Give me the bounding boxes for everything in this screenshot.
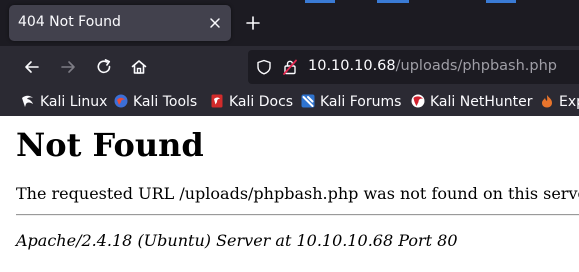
page-title: Not Found	[16, 126, 204, 164]
shield-icon[interactable]	[256, 59, 272, 75]
exploit-db-icon	[542, 95, 552, 108]
bookmark-kali-linux[interactable]: Kali Linux	[21, 92, 107, 112]
forward-arrow-icon[interactable]	[59, 58, 77, 76]
bookmark-kali-nethunter[interactable]: Kali NetHunter	[411, 92, 532, 112]
back-arrow-icon[interactable]	[23, 58, 41, 76]
kali-forums-icon	[301, 94, 315, 108]
bookmark-label: Kali Linux	[40, 94, 108, 110]
kali-nethunter-icon	[411, 94, 425, 108]
error-message: The requested URL /uploads/phpbash.php w…	[16, 184, 579, 203]
tab-title: 404 Not Found	[18, 14, 121, 30]
kali-dragon-icon	[22, 95, 33, 107]
navigation-toolbar: 10.10.10.68/uploads/phpbash.php	[0, 46, 579, 88]
reload-icon[interactable]	[95, 58, 113, 76]
bookmark-label: Kali Forums	[320, 94, 402, 110]
page-content: Not Found The requested URL /uploads/php…	[0, 116, 579, 272]
kali-docs-icon	[211, 94, 223, 108]
bookmark-label: Kali Tools	[133, 94, 198, 110]
insecure-lock-icon[interactable]	[282, 59, 298, 75]
url-host: 10.10.10.68	[308, 58, 396, 74]
new-tab-plus-icon[interactable]	[244, 14, 262, 32]
bookmark-exploit-db[interactable]: Exp	[540, 92, 579, 112]
tabstrip-accent	[486, 0, 516, 3]
url-bar[interactable]: 10.10.10.68/uploads/phpbash.php	[248, 50, 579, 84]
bookmark-label: Kali NetHunter	[430, 94, 533, 110]
kali-tools-icon	[114, 94, 128, 108]
divider	[16, 214, 579, 216]
tabstrip-accent	[305, 0, 335, 3]
tab-active[interactable]: 404 Not Found	[9, 5, 231, 41]
bookmark-kali-docs[interactable]: Kali Docs	[210, 92, 293, 112]
bookmark-kali-tools[interactable]: Kali Tools	[114, 92, 197, 112]
bookmark-kali-forums[interactable]: Kali Forums	[301, 92, 401, 112]
close-icon[interactable]	[208, 16, 222, 30]
bookmarks-toolbar: Kali Linux Kali Tools Kali Docs Kali For…	[0, 88, 579, 116]
bookmark-label: Exp	[559, 94, 579, 110]
tabstrip-accent	[377, 0, 409, 3]
url-path: /uploads/phpbash.php	[395, 58, 557, 74]
server-signature: Apache/2.4.18 (Ubuntu) Server at 10.10.1…	[16, 231, 458, 250]
tab-strip: 404 Not Found	[0, 0, 579, 46]
bookmark-label: Kali Docs	[229, 94, 294, 110]
url-text[interactable]: 10.10.10.68/uploads/phpbash.php	[308, 58, 557, 74]
home-icon[interactable]	[130, 58, 148, 76]
